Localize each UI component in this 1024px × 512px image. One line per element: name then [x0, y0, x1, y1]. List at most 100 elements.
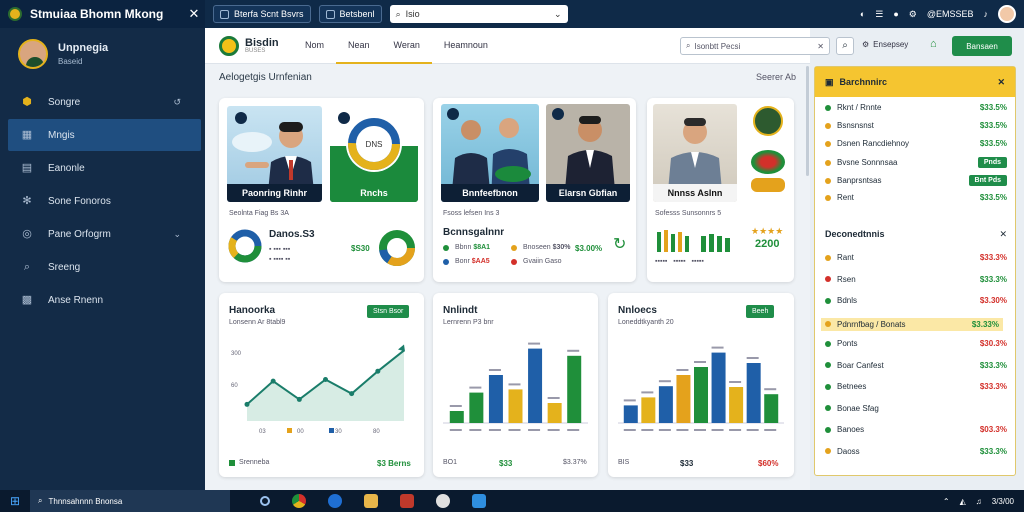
- right-panel-title: Barchnnirc: [839, 77, 888, 87]
- filter-icon: [220, 9, 229, 19]
- bar: [658, 386, 673, 423]
- folder-icon[interactable]: [364, 494, 378, 508]
- card3-legend: ▪▪▪▪▪ ▪▪▪▪▪ ▪▪▪▪▪: [655, 258, 704, 265]
- bell-icon[interactable]: ♪: [984, 9, 989, 19]
- card2-item-3-label: Bonr: [455, 258, 470, 265]
- sidebar-item-eanonle[interactable]: ▤ Eanonle: [0, 152, 205, 184]
- data-point: [244, 401, 250, 407]
- profile-card-2[interactable]: Bnnfeefbnon Elarsn Gbfian Fsoss lefsen I…: [433, 98, 636, 282]
- panel-row-label: Boar Canfest: [837, 360, 884, 370]
- panel-row[interactable]: Daoss $33.3%: [825, 447, 1007, 456]
- bar-label-mark: [764, 388, 777, 391]
- taskbar-search[interactable]: ⌕ Thnnsahnnn Bnonsa: [30, 490, 230, 512]
- panel-row[interactable]: Rent $33.5%: [825, 193, 1007, 202]
- tab-nean[interactable]: Nean: [336, 28, 382, 64]
- filter-chip-2[interactable]: Betsbenl: [318, 5, 382, 23]
- clock[interactable]: 3/3/00: [992, 497, 1014, 506]
- filter-chip-2-label: Betsbenl: [339, 9, 375, 19]
- sidebar-item-pane-orfogrm[interactable]: ◎ Pane Orfogrm ⌄: [0, 218, 205, 250]
- chart3-button[interactable]: Beeh: [746, 305, 775, 318]
- sidebar-item-sreeng[interactable]: ⌕ Sreeng: [0, 251, 205, 283]
- chart1-footer-left-label: Srenneba: [239, 459, 270, 466]
- data-point: [349, 391, 355, 397]
- chart1-button[interactable]: Stsn Bsor: [367, 305, 410, 318]
- settings-app-icon[interactable]: [436, 494, 450, 508]
- volume-icon[interactable]: ♫: [976, 497, 982, 506]
- bar: [694, 367, 708, 423]
- panel-row[interactable]: Bvsne Sonnnsaa Pnds: [825, 157, 1007, 168]
- panel-row[interactable]: Rant $33.3%: [825, 253, 1007, 262]
- panel-row[interactable]: Boar Canfest $33.3%: [825, 361, 1007, 370]
- status-dot: [825, 297, 831, 304]
- status-dot: [825, 140, 831, 147]
- title-search-input[interactable]: ⌕ Isio ⌄: [389, 5, 568, 23]
- bar-label-mark: [711, 346, 724, 349]
- panel-row[interactable]: Betnees $33.3%: [825, 382, 1007, 391]
- panel-row[interactable]: Banprsntsas Bnt Pds: [825, 175, 1007, 186]
- theme-icon[interactable]: ◐: [860, 9, 865, 19]
- close-icon[interactable]: ✕: [183, 6, 205, 22]
- action-button[interactable]: Bansaen: [952, 36, 1012, 56]
- profile-card-1[interactable]: Paonring Rinhr DNS Rnchs Seolnta Fiag Bs…: [219, 98, 424, 282]
- sidebar-item-mngis[interactable]: ▦ Mngis: [8, 119, 201, 151]
- card2-value-title: Bcnnsgalnnr: [443, 227, 505, 238]
- filter-chip-1[interactable]: Bterfa Scnt Bsvrs: [213, 5, 311, 23]
- app-icon[interactable]: [400, 494, 414, 508]
- search-button[interactable]: ⌕: [836, 37, 854, 55]
- section-right-link[interactable]: Seerer Ab: [756, 72, 796, 82]
- bar-label-mark: [746, 357, 759, 359]
- close-icon[interactable]: ✕: [999, 229, 1007, 240]
- tab-weran[interactable]: Weran: [381, 28, 432, 64]
- panel-row[interactable]: Rsen $33.3%: [825, 275, 1007, 284]
- sidebar-profile[interactable]: Unpnegia Baseid: [0, 28, 205, 80]
- card1-donut-chart: [228, 229, 262, 263]
- panel-row[interactable]: Dsnen Rancdiehnoy $33.5%: [825, 139, 1007, 148]
- panel-row[interactable]: Banoes $03.3%: [825, 425, 1007, 434]
- tab-heamnoun[interactable]: Heamnoun: [432, 28, 500, 64]
- menu-icon[interactable]: ☰: [875, 9, 883, 20]
- top-search-input[interactable]: ⌕ Isonbtt Pecsi ✕: [680, 37, 830, 55]
- legend-swatch: [287, 428, 292, 433]
- tab-nom[interactable]: Nom: [293, 28, 336, 64]
- gear-icon[interactable]: ⚙: [909, 9, 917, 20]
- legend-swatch: [329, 428, 334, 433]
- cortana-icon[interactable]: [260, 496, 270, 506]
- sidebar-item-anse-rnenn[interactable]: ▩ Anse Rnenn: [0, 284, 205, 316]
- sidebar-item-songre[interactable]: ⬢ Songre ↺: [0, 86, 205, 118]
- close-icon[interactable]: ✕: [817, 42, 824, 51]
- person-icon[interactable]: ●: [893, 9, 898, 19]
- bar-label-mark: [676, 369, 689, 371]
- chevron-up-icon[interactable]: ⌃: [943, 497, 950, 506]
- food-icon-2: [751, 178, 785, 192]
- close-icon[interactable]: ✕: [997, 77, 1005, 88]
- panel-row[interactable]: Pdnrnfbag / Bonats $3.33%: [821, 317, 1003, 331]
- chevron-down-icon[interactable]: ⌄: [554, 9, 562, 20]
- brand[interactable]: Bisdin BUSES: [205, 35, 293, 56]
- user-avatar[interactable]: [998, 5, 1016, 23]
- top-right-label-group[interactable]: ⚙ Ensepsey: [862, 40, 908, 49]
- bar: [746, 363, 761, 423]
- document-icon: ▤: [21, 162, 33, 174]
- refresh-icon[interactable]: ↻: [613, 234, 626, 254]
- card1-donut-chart-2: [379, 230, 415, 266]
- profile-card-3[interactable]: Nnnss Aslnn Sofesss Sunsonnrs 5 ★★★★ 220…: [647, 98, 794, 282]
- panel-row[interactable]: Ponts $30.3%: [825, 339, 1007, 348]
- card2-item-2-label: Bnoseen: [523, 244, 551, 251]
- search-icon: ⌕: [395, 8, 401, 19]
- sidebar-item-sone-fonoros[interactable]: ✻ Sone Fonoros: [0, 185, 205, 217]
- mail-icon[interactable]: [472, 494, 486, 508]
- lock-icon[interactable]: ⌂: [930, 38, 937, 50]
- panel-row[interactable]: Bdnls $3.30%: [825, 296, 1007, 305]
- edge-icon[interactable]: [328, 494, 342, 508]
- scrollbar[interactable]: [806, 66, 809, 176]
- chrome-icon[interactable]: [292, 494, 306, 508]
- panel-row[interactable]: Bonae Sfag: [825, 404, 1007, 413]
- avatar: [18, 39, 48, 69]
- start-icon[interactable]: ⊞: [0, 494, 30, 508]
- panel-row[interactable]: Bsnsnsnst $33.5%: [825, 121, 1007, 130]
- chart2-sub: Lernrenn P3 bnr: [443, 319, 494, 326]
- panel-row[interactable]: Rknt / Rnnte $33.5%: [825, 103, 1007, 112]
- network-icon[interactable]: ◭: [960, 497, 966, 506]
- star-rating: ★★★★: [751, 226, 784, 236]
- status-dot: [825, 405, 831, 411]
